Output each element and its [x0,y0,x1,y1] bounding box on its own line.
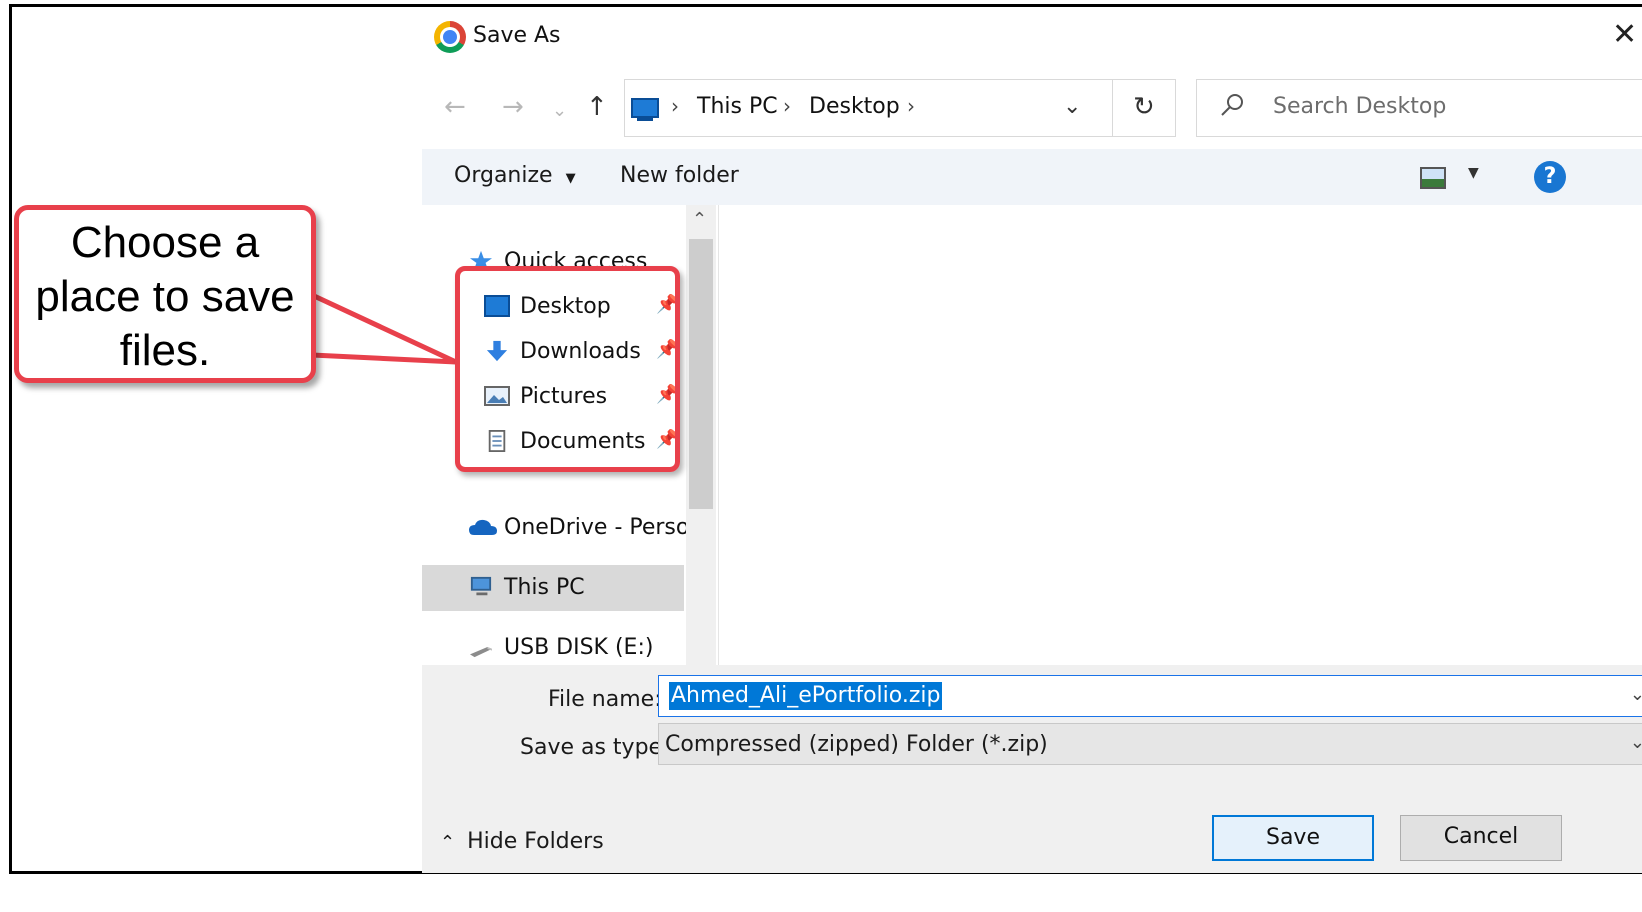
view-options-icon[interactable] [1420,167,1446,189]
navigation-row: ← → ⌄ ↑ › This PC › Desktop › ⌄ ↻ Search… [422,67,1642,149]
sidebar-item-label: This PC [504,575,585,600]
sidebar-item-this-pc[interactable]: This PC [422,565,684,611]
caret-down-icon: ▼ [565,171,576,186]
save-type-label: Save as type: [520,735,670,760]
callout-line: files. [119,326,211,375]
scrollbar-thumb[interactable] [689,239,713,509]
close-button[interactable]: ✕ [1612,15,1642,55]
close-icon: ✕ [1612,17,1638,52]
save-type-dropdown-icon[interactable]: ⌄ [1630,732,1642,753]
save-button[interactable]: Save [1212,815,1374,861]
toolbar: Organize ▼ New folder ▼ ? [422,149,1642,205]
instruction-callout: Choose a place to save files. [14,205,316,383]
back-arrow-icon[interactable]: ← [444,89,466,125]
cloud-icon [469,519,497,535]
chevron-right-icon[interactable]: › [907,94,915,118]
callout-line: Choose a [70,218,260,267]
quick-access-highlight-box [455,266,680,472]
search-icon [1221,94,1243,116]
file-name-label: File name: [548,687,662,712]
file-list-pane[interactable] [718,205,1642,665]
save-type-value: Compressed (zipped) Folder (*.zip) [665,732,1048,757]
usb-drive-icon [470,647,492,658]
save-type-select[interactable]: Compressed (zipped) Folder (*.zip) ⌄ [658,723,1642,765]
chrome-icon [434,21,466,53]
new-folder-button[interactable]: New folder [620,163,739,188]
refresh-icon: ↻ [1133,92,1155,122]
organize-label: Organize [454,163,553,188]
sidebar-item-label: OneDrive - Person [504,515,704,540]
dialog-title: Save As [473,23,561,48]
recent-locations-chevron-icon[interactable]: ⌄ [552,93,567,129]
address-bar[interactable]: › This PC › Desktop › ⌄ [624,79,1176,137]
file-name-dropdown-icon[interactable]: ⌄ [1630,684,1642,705]
file-name-value[interactable]: Ahmed_Ali_ePortfolio.zip [669,682,943,710]
save-form-area: File name: Ahmed_Ali_ePortfolio.zip ⌄ Sa… [422,665,1642,873]
callout-line: place to save [35,272,295,321]
view-dropdown-icon[interactable]: ▼ [1468,165,1479,181]
scroll-up-icon[interactable]: ⌃ [692,209,707,230]
chevron-right-icon[interactable]: › [783,94,791,118]
search-input[interactable]: Search Desktop [1273,94,1446,119]
sidebar-item-onedrive[interactable]: OneDrive - Person [422,505,703,551]
file-name-field[interactable]: Ahmed_Ali_ePortfolio.zip ⌄ [658,675,1642,717]
organize-button[interactable]: Organize ▼ [454,163,576,188]
chevron-up-icon: ⌃ [440,832,456,853]
breadcrumb-desktop[interactable]: Desktop [809,94,900,119]
up-arrow-icon[interactable]: ↑ [586,89,608,125]
forward-arrow-icon[interactable]: → [502,89,524,125]
chevron-right-icon[interactable]: › [671,94,679,118]
address-dropdown-icon[interactable]: ⌄ [1063,94,1081,119]
title-bar: Save As ✕ [422,7,1642,67]
help-button[interactable]: ? [1534,161,1566,193]
sidebar-item-label: USB DISK (E:) [504,635,654,660]
search-box[interactable]: Search Desktop [1196,79,1642,137]
navigation-pane-scrollbar[interactable]: ⌃ [686,205,716,665]
computer-icon [470,576,492,596]
cancel-button[interactable]: Cancel [1400,815,1562,861]
callout-text: Choose a place to save files. [19,216,311,378]
refresh-button[interactable]: ↻ [1112,79,1176,137]
this-pc-icon [631,98,659,121]
hide-folders-label: Hide Folders [467,829,604,854]
hide-folders-toggle[interactable]: ⌃ Hide Folders [440,829,604,854]
breadcrumb-this-pc[interactable]: This PC [697,94,778,119]
